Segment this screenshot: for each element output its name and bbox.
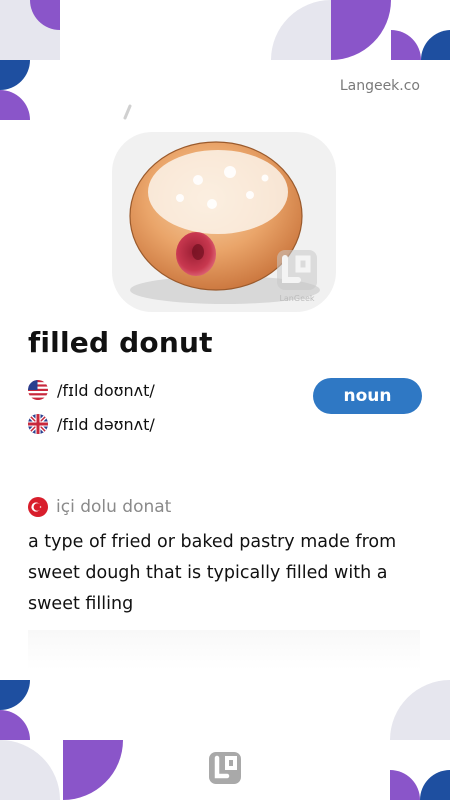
faded-divider xyxy=(28,630,420,670)
headword: filled donut xyxy=(28,326,213,359)
turkey-flag-icon xyxy=(28,497,48,517)
translation-row: içi dolu donat xyxy=(28,497,171,517)
watermark-text: LanGeek xyxy=(279,294,314,303)
pronunciation-us-ipa: /fɪld doʊnʌt/ xyxy=(57,380,155,400)
uk-flag-icon[interactable] xyxy=(28,414,48,434)
pronunciation-us[interactable]: /fɪld doʊnʌt/ xyxy=(28,379,155,401)
translation-text: içi dolu donat xyxy=(56,497,172,517)
langeek-logo-icon[interactable] xyxy=(209,752,241,784)
part-of-speech-button[interactable]: noun xyxy=(313,378,422,414)
us-flag-icon[interactable] xyxy=(28,380,48,400)
pronunciation-uk-ipa: /fɪld dəʊnʌt/ xyxy=(57,414,155,434)
definition-text: a type of fried or baked pastry made fro… xyxy=(28,532,397,614)
watermark-logo-icon: LanGeek xyxy=(277,250,317,303)
pronunciation-uk[interactable]: /fɪld dəʊnʌt/ xyxy=(28,413,155,435)
brand-name[interactable]: Langeek.co xyxy=(340,78,420,94)
